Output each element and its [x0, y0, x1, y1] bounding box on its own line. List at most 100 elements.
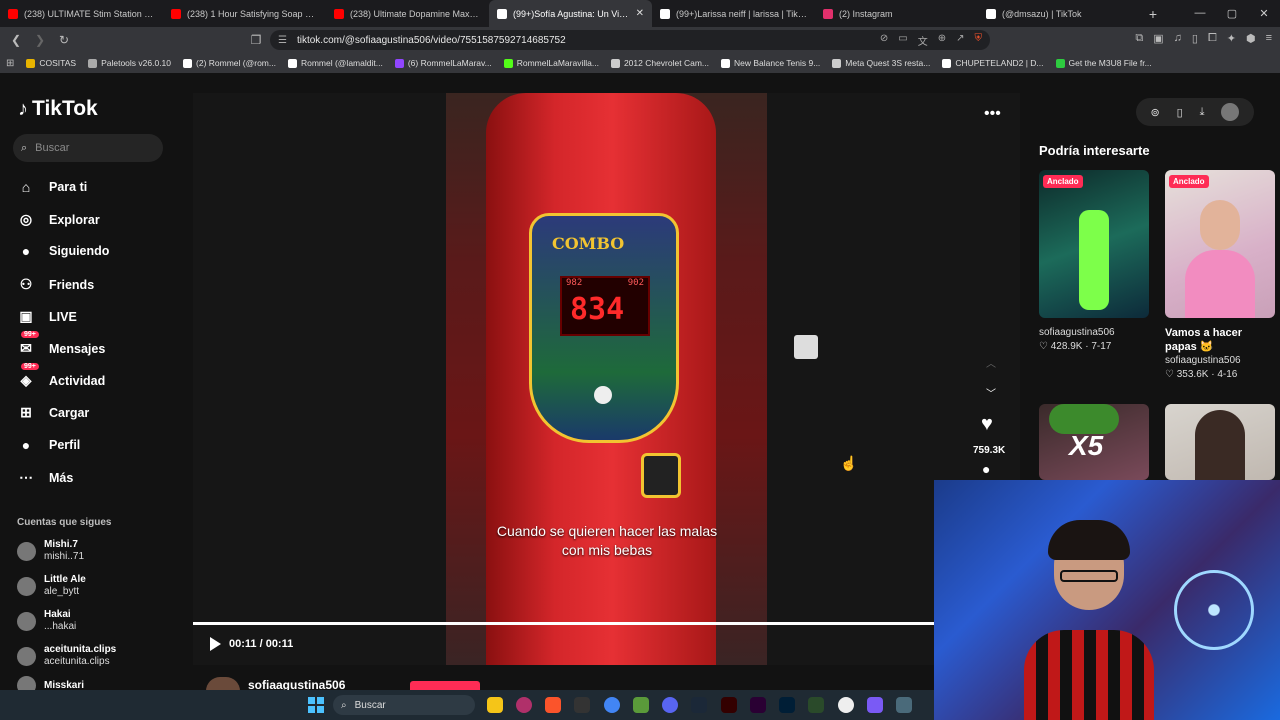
video-player[interactable]: COMBO 982 902 834	[446, 93, 767, 665]
steam-icon[interactable]	[691, 697, 707, 713]
sidebar-item-explorar[interactable]: ◎ Explorar	[17, 211, 100, 228]
app-icon[interactable]	[867, 697, 883, 713]
following-account[interactable]: Little Ale ale_bytt	[17, 574, 86, 598]
live-icon: ▣	[19, 308, 33, 324]
minimize-icon[interactable]: —	[1184, 7, 1216, 20]
download-icon[interactable]: ⤓	[1200, 106, 1205, 119]
photoshop-icon[interactable]	[779, 697, 795, 713]
prev-video-icon[interactable]: ︿	[986, 355, 996, 370]
sidebar-icon[interactable]: ▯	[1192, 32, 1198, 45]
app-icon[interactable]	[896, 697, 912, 713]
illustrator-icon[interactable]	[721, 697, 737, 713]
browser-tab[interactable]: (@dmsazu) | TikTok	[978, 0, 1141, 27]
bookmark-item[interactable]: (6) RommelLaMarav...	[394, 58, 492, 68]
sidebar-item-friends[interactable]: ⚇ Friends	[17, 276, 94, 293]
bookmark-item[interactable]: Rommel (@lamaldit...	[287, 58, 383, 68]
tiktok-logo[interactable]: ♪ TikTok	[18, 97, 98, 121]
bookmark-item[interactable]: Meta Quest 3S resta...	[832, 58, 930, 68]
suggestion-card[interactable]: X5	[1039, 404, 1149, 480]
sidebar-item-actividad[interactable]: ◈ 99+ Actividad	[17, 363, 105, 389]
close-window-icon[interactable]: ✕	[1248, 7, 1280, 20]
browser-tab[interactable]: (99+)Sofía Agustina: Un Viaje ✕	[489, 0, 652, 27]
menu-icon[interactable]: ≡	[1266, 32, 1272, 45]
bookmark-item[interactable]: 2012 Chevrolet Cam...	[610, 58, 709, 68]
bookmark-item[interactable]: COSITAS	[26, 58, 76, 68]
browser-tab[interactable]: (2) Instagram	[815, 0, 978, 27]
following-account[interactable]: aceitunita.clips aceitunita.clips	[17, 644, 116, 668]
app-icon[interactable]	[574, 697, 590, 713]
apps-icon[interactable]: ⊞	[6, 58, 14, 69]
author-avatar[interactable]	[206, 677, 240, 691]
maximize-icon[interactable]: ▢	[1216, 7, 1248, 20]
more-options-icon[interactable]: •••	[984, 105, 1001, 123]
bookmark-item[interactable]: CHUPETELAND2 | D...	[942, 58, 1044, 68]
taskbar-search[interactable]: ⌕ Buscar	[333, 695, 475, 715]
following-account[interactable]: Mishi.7 mishi..71	[17, 539, 84, 563]
bookmark-page-icon[interactable]: ❐	[248, 33, 264, 47]
chrome-icon[interactable]	[604, 697, 620, 713]
cast-icon[interactable]: ⊘	[880, 33, 888, 48]
browser-tab[interactable]: (238) ULTIMATE Stim Station - 2 Hou	[0, 0, 163, 27]
play-icon[interactable]	[210, 637, 221, 651]
brave-shield-icon[interactable]: ⛨	[975, 33, 983, 48]
address-bar[interactable]: ☰ tiktok.com/@sofiaagustina506/video/755…	[270, 30, 990, 50]
coins-icon[interactable]: ⊚	[1150, 106, 1159, 119]
sidebar-item-cargar[interactable]: ⊞ Cargar	[17, 404, 89, 421]
forward-icon[interactable]: ❯	[32, 33, 48, 47]
share-icon[interactable]: ↗	[956, 33, 964, 48]
back-icon[interactable]: ❮	[8, 33, 24, 47]
author-name[interactable]: sofiaagustina506	[248, 678, 345, 690]
device-icon[interactable]: ▯	[1177, 106, 1183, 119]
browser-tab[interactable]: (238) 1 Hour Satisfying Soap Crushin	[163, 0, 326, 27]
sidebar-item-perfil[interactable]: ● Perfil	[17, 437, 81, 453]
vpn-icon[interactable]: ⬢	[1246, 32, 1256, 45]
music-icon[interactable]: ♫	[1174, 32, 1182, 45]
sidebar-item-para-ti[interactable]: ⌂ Para ti	[17, 179, 87, 195]
discord-icon[interactable]	[662, 697, 678, 713]
wallet-icon[interactable]: ▣	[1153, 32, 1163, 45]
browser-tab[interactable]: (99+)Larissa neiff | larissa | TikTok	[652, 0, 815, 27]
account-name: Little Ale	[44, 574, 86, 585]
video-progress-bar[interactable]	[193, 622, 934, 625]
app-icon[interactable]	[633, 697, 649, 713]
comment-icon[interactable]: ●	[982, 461, 990, 477]
next-video-icon[interactable]: ﹀	[986, 385, 996, 400]
site-info-icon[interactable]: ☰	[278, 35, 287, 46]
app-icon[interactable]	[516, 697, 532, 713]
bookmark-item[interactable]: RommelLaMaravilla...	[503, 58, 599, 68]
sidebar-item-mensajes[interactable]: ✉ 99+ Mensajes	[17, 331, 105, 357]
reload-icon[interactable]: ↻	[56, 33, 72, 47]
app-icon[interactable]	[808, 697, 824, 713]
following-account[interactable]: Hakai ...hakai	[17, 609, 76, 633]
leo-icon[interactable]: ✦	[1227, 32, 1236, 45]
suggestion-card[interactable]: Anclado	[1165, 170, 1275, 318]
sidebar-item-m-s[interactable]: ⋯ Más	[17, 469, 73, 486]
new-tab-icon[interactable]: +	[1141, 6, 1165, 22]
pinned-badge: Anclado	[1043, 175, 1083, 188]
bookmark-item[interactable]: Paletools v26.0.10	[88, 58, 171, 68]
like-icon[interactable]: ♥	[981, 413, 993, 436]
file-explorer-icon[interactable]	[487, 697, 503, 713]
brave-icon[interactable]	[545, 697, 561, 713]
premiere-icon[interactable]	[750, 697, 766, 713]
suggestion-card[interactable]	[1165, 404, 1275, 480]
sidebar-item-live[interactable]: ▣ LIVE	[17, 308, 76, 325]
bookmark-item[interactable]: (2) Rommel (@rom...	[183, 58, 276, 68]
tab-title: (2) Instagram	[839, 8, 893, 19]
suggestion-card[interactable]: Anclado	[1039, 170, 1149, 318]
screen-icon[interactable]: ▭	[898, 33, 907, 48]
bookmark-item[interactable]: New Balance Tenis 9...	[720, 58, 820, 68]
follow-button[interactable]	[410, 681, 480, 690]
profile-avatar[interactable]	[1221, 103, 1240, 121]
bookmark-item[interactable]: Get the M3U8 File fr...	[1055, 58, 1152, 68]
windows-start-icon[interactable]	[308, 697, 324, 713]
zoom-icon[interactable]: ⊕	[938, 33, 946, 48]
translate-icon[interactable]: 文	[918, 33, 928, 48]
tabs-icon[interactable]: ⧠	[1208, 32, 1217, 45]
browser-tab[interactable]: (238) Ultimate Dopamine Max - You	[326, 0, 489, 27]
extensions-icon[interactable]: ⧉	[1135, 32, 1143, 45]
close-tab-icon[interactable]: ✕	[636, 8, 644, 19]
obs-icon[interactable]	[838, 697, 854, 713]
sidebar-item-siguiendo[interactable]: ● Siguiendo	[17, 243, 110, 259]
search-input[interactable]: ⌕ Buscar	[13, 134, 163, 162]
